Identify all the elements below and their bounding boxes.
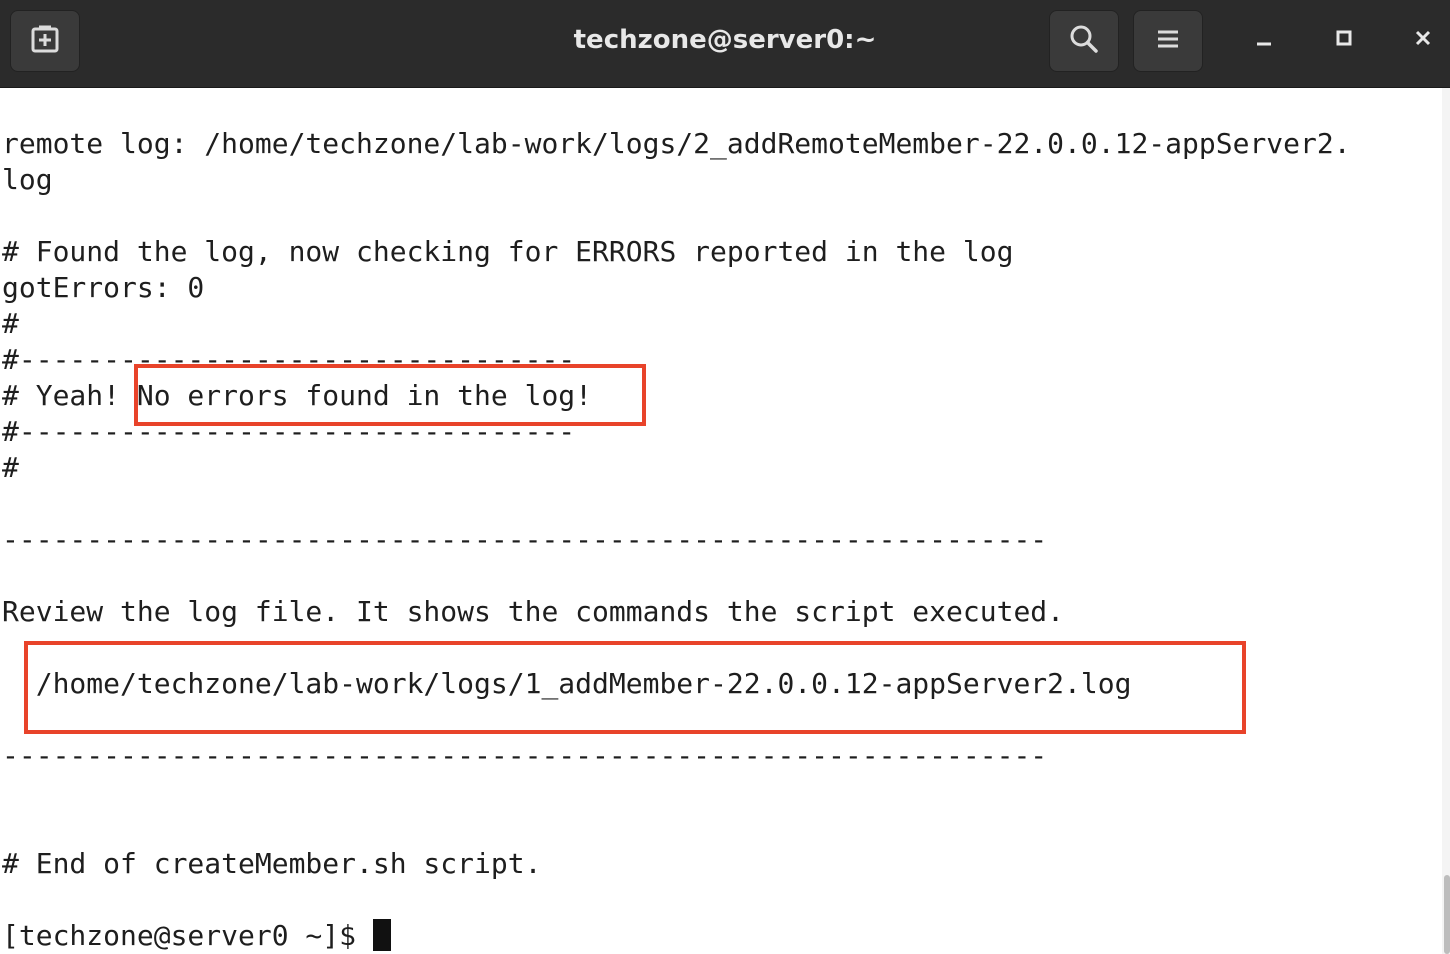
title-bar: techzone@server0:~ bbox=[0, 0, 1450, 88]
text-cursor bbox=[372, 919, 391, 951]
terminal-line: gotErrors: 0 bbox=[2, 271, 205, 304]
highlight-box-no-errors bbox=[134, 364, 646, 426]
minimize-icon bbox=[1254, 28, 1274, 53]
terminal-line: # bbox=[2, 307, 19, 340]
terminal-line: log bbox=[2, 163, 53, 196]
close-button[interactable] bbox=[1398, 14, 1448, 66]
highlight-box-log-path bbox=[24, 641, 1246, 734]
shell-prompt: [techzone@server0 ~]$ bbox=[2, 919, 373, 952]
terminal-scrollbar[interactable] bbox=[1442, 88, 1450, 954]
terminal-line: # Found the log, now checking for ERRORS… bbox=[2, 235, 1014, 268]
terminal-line: remote log: /home/techzone/lab-work/logs… bbox=[2, 127, 1351, 160]
terminal-line: # End of createMember.sh script. bbox=[2, 847, 542, 880]
maximize-icon bbox=[1334, 28, 1354, 53]
terminal-line: Review the log file. It shows the comman… bbox=[2, 595, 1065, 628]
minimize-button[interactable] bbox=[1239, 14, 1289, 66]
window-title: techzone@server0:~ bbox=[573, 25, 877, 55]
search-button[interactable] bbox=[1049, 10, 1119, 72]
search-icon bbox=[1068, 23, 1100, 60]
terminal-line: ----------------------------------------… bbox=[2, 739, 1048, 772]
hamburger-menu-icon bbox=[1155, 26, 1181, 57]
terminal-output[interactable]: remote log: /home/techzone/lab-work/logs… bbox=[0, 88, 1442, 954]
terminal-line: # bbox=[2, 451, 19, 484]
terminal-window: techzone@server0:~ remote log: /home/tec… bbox=[0, 0, 1450, 954]
maximize-button[interactable] bbox=[1319, 14, 1369, 66]
terminal-line: ----------------------------------------… bbox=[2, 523, 1048, 556]
scrollbar-thumb[interactable] bbox=[1444, 875, 1450, 954]
new-tab-icon bbox=[29, 23, 61, 60]
close-icon bbox=[1413, 28, 1433, 53]
terminal-prompt-line: [techzone@server0 ~]$ bbox=[2, 918, 391, 954]
menu-button[interactable] bbox=[1133, 10, 1203, 72]
new-tab-button[interactable] bbox=[10, 10, 80, 72]
